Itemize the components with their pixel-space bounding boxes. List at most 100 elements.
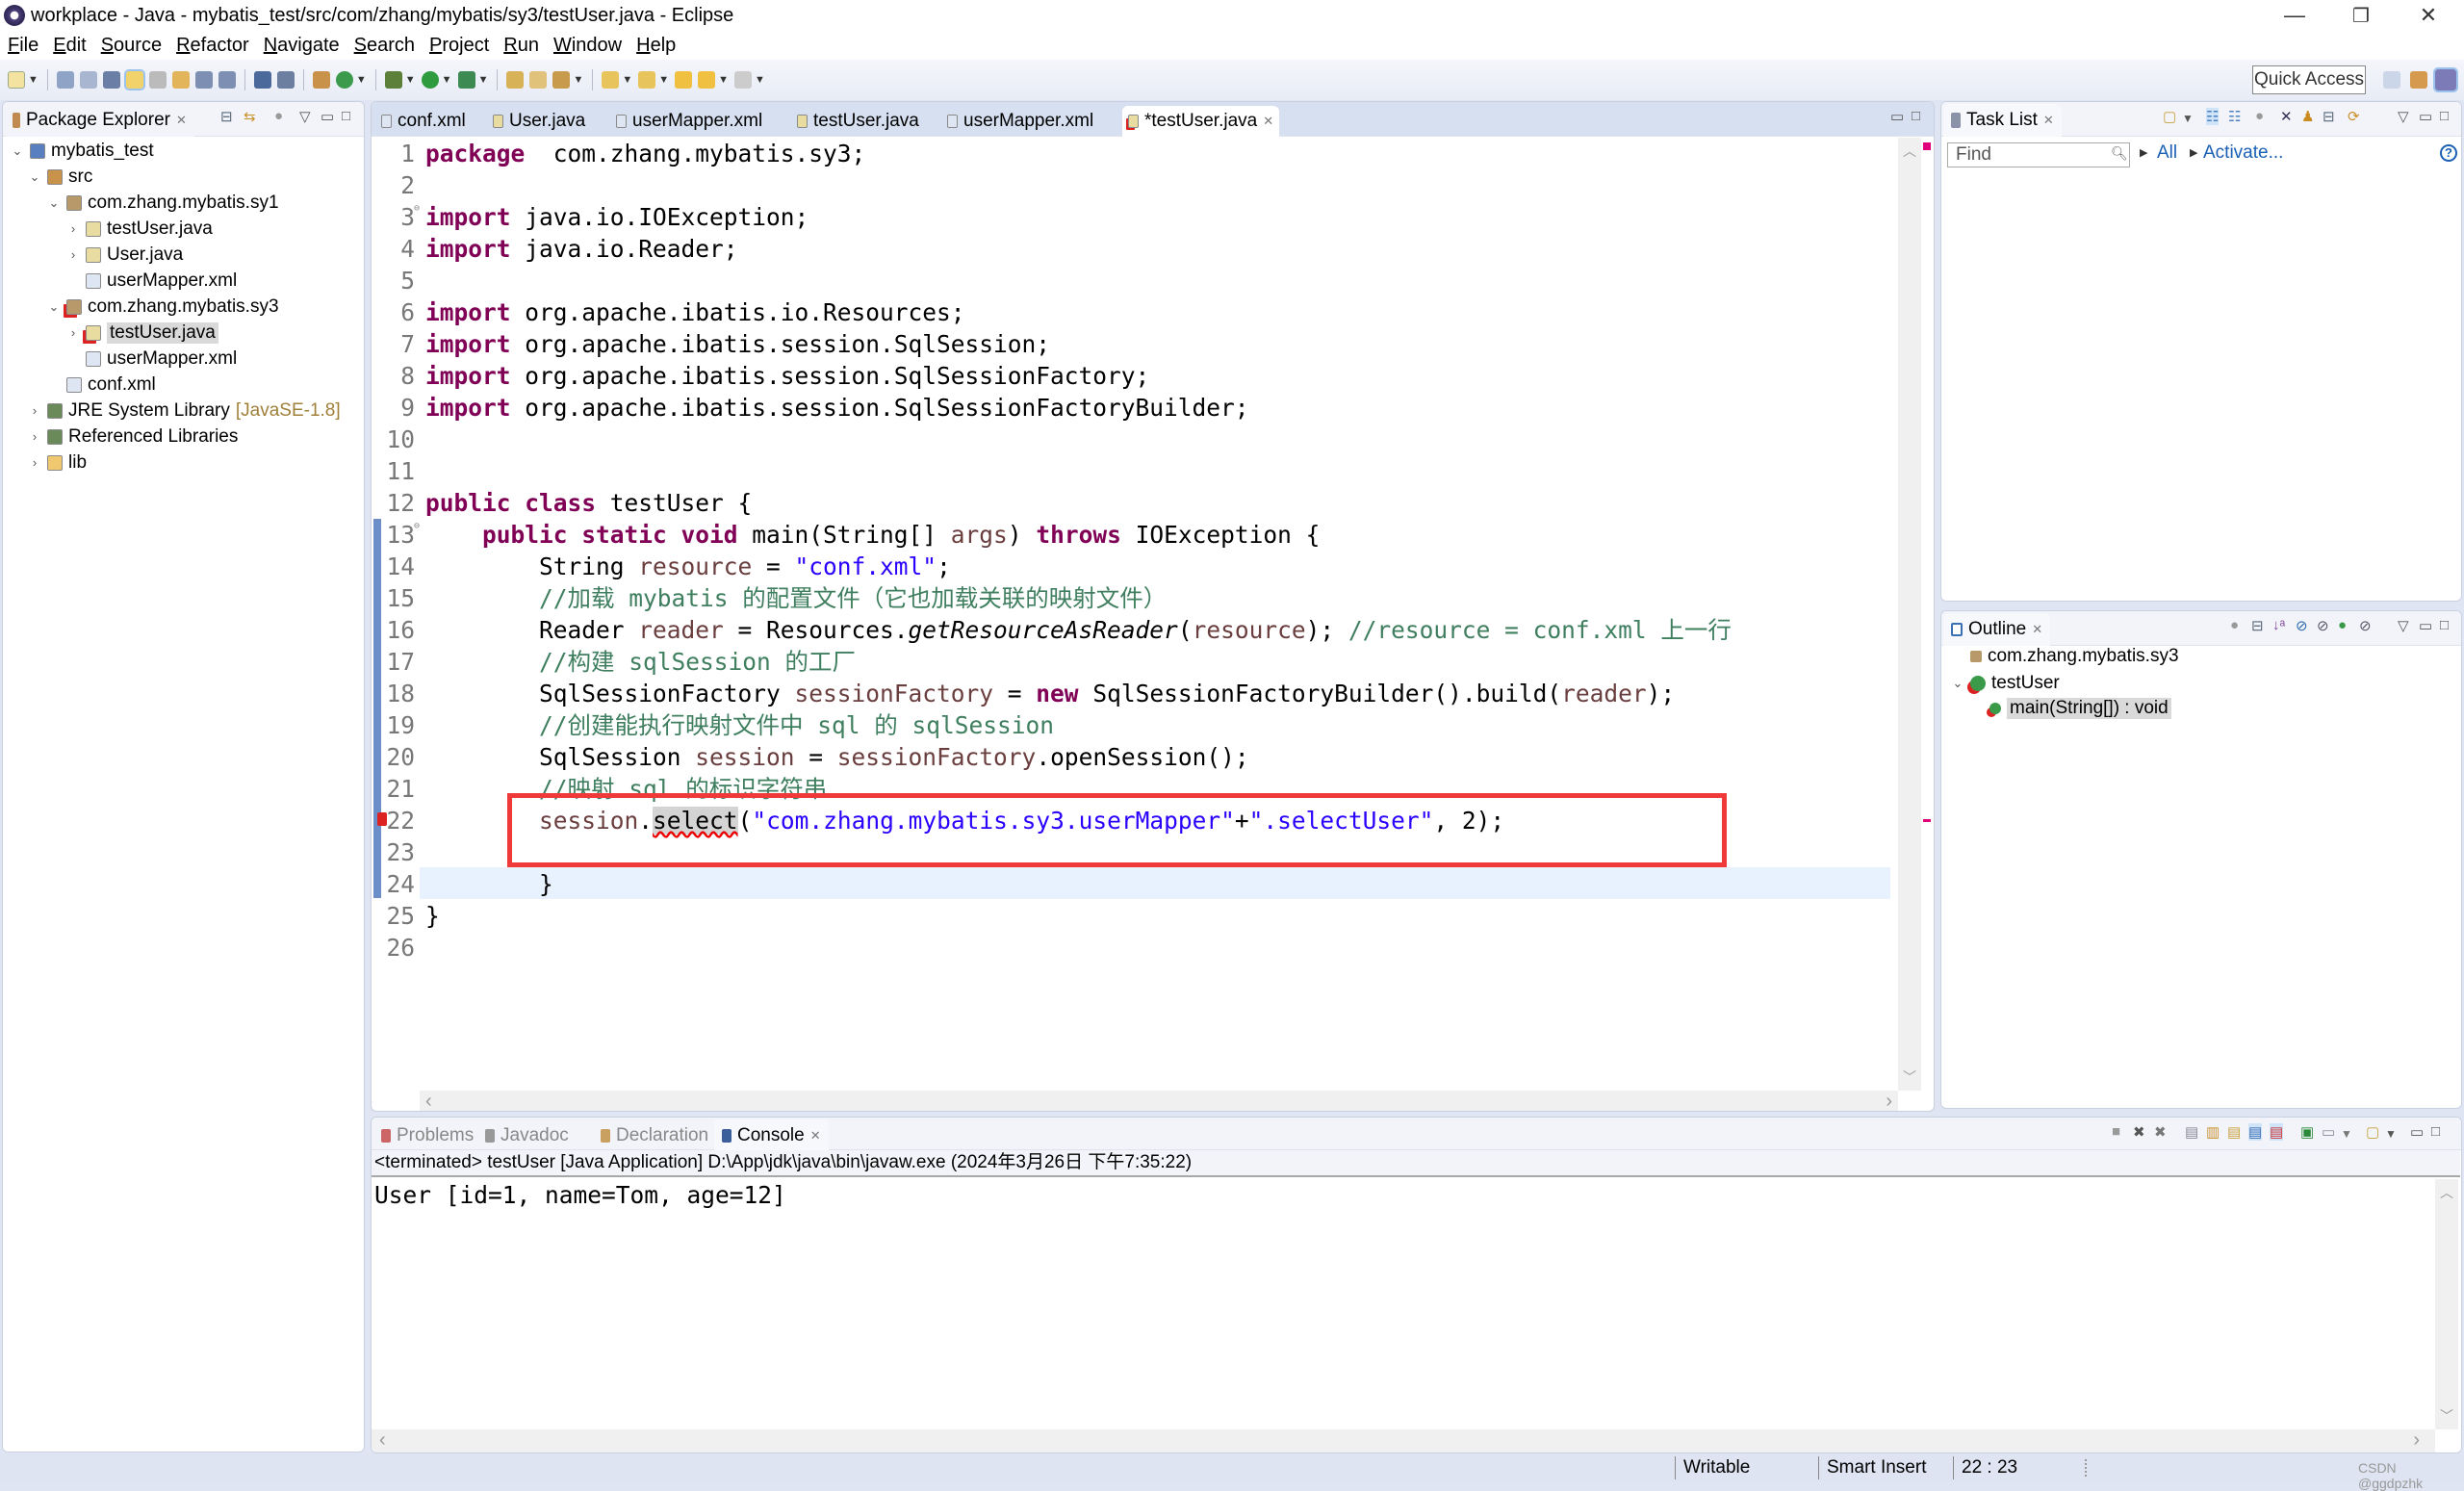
- back-icon[interactable]: [698, 71, 716, 89]
- tree-item[interactable]: › Referenced Libraries: [28, 424, 239, 450]
- editor-tab[interactable]: *testUser.java ✕: [1122, 106, 1280, 137]
- focus-workweek-icon[interactable]: ●: [2255, 108, 2264, 124]
- view-menu-icon[interactable]: ▽: [2398, 617, 2409, 634]
- menu-refactor[interactable]: Refactor: [176, 35, 249, 57]
- tab-task-list[interactable]: Task List ✕: [1943, 104, 2062, 137]
- code-line[interactable]: [425, 265, 1934, 296]
- hide-static-icon[interactable]: ⊘: [2317, 617, 2329, 634]
- display-console-dropdown-icon[interactable]: ▼: [2341, 1127, 2352, 1141]
- scroll-down-icon[interactable]: ﹀: [1903, 1067, 1916, 1087]
- last-edit-location-icon[interactable]: [675, 71, 693, 89]
- collapse-all-tasks-icon[interactable]: ⊟: [2323, 108, 2335, 125]
- expand-arrow-icon[interactable]: ⌄: [1951, 676, 1964, 691]
- remove-launch-icon[interactable]: ✖: [2133, 1123, 2145, 1141]
- java-ee-perspective-icon[interactable]: [2410, 71, 2427, 89]
- clear-console-icon[interactable]: ▤: [2185, 1123, 2198, 1141]
- error-overview-marker[interactable]: [1923, 142, 1931, 150]
- display-console-icon[interactable]: ▭: [2322, 1123, 2335, 1141]
- expand-arrow-icon[interactable]: ⌄: [11, 143, 24, 159]
- show-on-error-icon[interactable]: ▤: [2270, 1123, 2284, 1141]
- hide-local-types-icon[interactable]: ⊘: [2359, 617, 2372, 634]
- expand-arrow-icon[interactable]: ⌄: [47, 195, 61, 211]
- minimize-view-icon[interactable]: ▭: [2419, 617, 2432, 634]
- fold-icon[interactable]: ⊖: [414, 203, 420, 214]
- new-class-icon[interactable]: [335, 71, 353, 89]
- hide-non-public-icon[interactable]: ●: [2338, 617, 2347, 633]
- back-dropdown-icon[interactable]: ▼: [718, 74, 729, 86]
- outline-item-class[interactable]: ⌄ testUser: [1951, 670, 2060, 696]
- collapse-all-icon[interactable]: ⊟: [220, 108, 233, 125]
- code-line[interactable]: SqlSessionFactory sessionFactory = new S…: [425, 678, 1934, 709]
- toggle-block-selection-icon[interactable]: [148, 71, 167, 89]
- quick-access-input[interactable]: Quick Access: [2252, 65, 2366, 94]
- code-line[interactable]: import org.apache.ibatis.session.SqlSess…: [425, 328, 1934, 360]
- maximize-view-icon[interactable]: □: [2440, 617, 2449, 633]
- menu-source[interactable]: Source: [101, 35, 162, 57]
- open-console-dropdown-icon[interactable]: ▼: [2385, 1127, 2397, 1141]
- open-console-icon[interactable]: ▢: [2366, 1123, 2379, 1141]
- editor-tab[interactable]: User.java: [487, 106, 591, 137]
- code-line[interactable]: SqlSession session = sessionFactory.open…: [425, 741, 1934, 773]
- open-task-icon[interactable]: [102, 71, 120, 89]
- close-tab-icon[interactable]: ✕: [176, 113, 187, 128]
- run-icon[interactable]: [421, 71, 439, 89]
- code-line[interactable]: public static void main(String[] args) t…: [425, 519, 1934, 551]
- new-class-dropdown-icon[interactable]: ▼: [356, 74, 367, 86]
- tab-outline[interactable]: Outline ✕: [1943, 613, 2051, 646]
- code-line[interactable]: import java.io.Reader;: [425, 233, 1934, 265]
- expand-arrow-icon[interactable]: ›: [28, 455, 41, 470]
- code-line[interactable]: import java.io.IOException;: [425, 201, 1934, 233]
- activate-link[interactable]: Activate...: [2203, 142, 2283, 164]
- menu-navigate[interactable]: Navigate: [264, 35, 340, 57]
- outline-item-method[interactable]: main(String[]) : void: [1989, 695, 2171, 721]
- editor-maximize-icon[interactable]: □: [1912, 108, 1920, 124]
- menu-file[interactable]: File: [8, 35, 38, 57]
- scroll-right-icon[interactable]: ›: [1886, 1091, 1892, 1111]
- code-line[interactable]: [425, 169, 1934, 201]
- menu-run[interactable]: Run: [503, 35, 539, 57]
- tree-item[interactable]: › lib: [28, 450, 87, 476]
- search-toolbar-icon[interactable]: [552, 71, 571, 89]
- code-line[interactable]: import org.apache.ibatis.session.SqlSess…: [425, 360, 1934, 392]
- code-line[interactable]: public class testUser {: [425, 487, 1934, 519]
- code-line[interactable]: package com.zhang.mybatis.sy3;: [425, 138, 1934, 169]
- expand-arrow-icon[interactable]: ›: [66, 221, 80, 236]
- minimize-view-icon[interactable]: ▭: [321, 108, 334, 125]
- tree-item[interactable]: ⌄ mybatis_test: [11, 138, 154, 164]
- new-icon[interactable]: [8, 71, 25, 89]
- console-vertical-scrollbar[interactable]: ︿ ﹀: [2435, 1179, 2458, 1429]
- toggle-mark-occurrences-icon[interactable]: [123, 69, 145, 90]
- code-line[interactable]: //创建能执行映射文件中 sql 的 sqlSession: [425, 709, 1934, 741]
- scroll-left-icon[interactable]: ‹: [425, 1091, 432, 1111]
- open-type-icon[interactable]: [506, 71, 525, 89]
- synchronize-icon[interactable]: ⟳: [2348, 108, 2360, 125]
- console-tab[interactable]: Declaration: [593, 1119, 716, 1152]
- code-line[interactable]: }: [425, 868, 1934, 900]
- scroll-up-icon[interactable]: ︿: [2440, 1183, 2453, 1202]
- code-editor[interactable]: 1 package com.zhang.mybatis.sy3; 2 3 import …: [372, 138, 1892, 1100]
- link-with-editor-icon[interactable]: ⇆: [244, 108, 256, 125]
- new-dropdown-icon[interactable]: ▼: [28, 74, 38, 86]
- skip-breakpoints-icon[interactable]: [276, 71, 295, 89]
- forward-icon[interactable]: [734, 71, 753, 89]
- next-annotation-dropdown-icon[interactable]: ▼: [622, 74, 632, 86]
- tree-item[interactable]: › testUser.java: [66, 216, 213, 242]
- tree-item[interactable]: › User.java: [66, 242, 183, 268]
- editor-tab[interactable]: userMapper.xml: [610, 106, 768, 137]
- console-tab[interactable]: Console ✕: [714, 1119, 829, 1152]
- editor-minimize-icon[interactable]: ▭: [1890, 108, 1904, 125]
- focus-icon[interactable]: ●: [2230, 617, 2239, 633]
- tree-item[interactable]: userMapper.xml: [66, 268, 237, 294]
- maximize-view-icon[interactable]: □: [2440, 108, 2449, 124]
- save-icon[interactable]: [56, 71, 74, 89]
- code-line[interactable]: Reader reader = Resources.getResourceAsR…: [425, 614, 1934, 646]
- hide-completed-icon[interactable]: ✕: [2280, 108, 2293, 125]
- view-menu-icon[interactable]: ▽: [2398, 108, 2409, 125]
- menu-project[interactable]: Project: [429, 35, 489, 57]
- tree-item[interactable]: ⌄ com.zhang.mybatis.sy1: [47, 190, 279, 216]
- code-line[interactable]: //加载 mybatis 的配置文件（它也加载关联的映射文件）: [425, 582, 1934, 614]
- code-line[interactable]: import org.apache.ibatis.session.SqlSess…: [425, 392, 1934, 424]
- maximize-view-icon[interactable]: □: [2431, 1123, 2440, 1140]
- save-all-icon[interactable]: [79, 71, 97, 89]
- remove-all-terminated-icon[interactable]: ✖: [2154, 1123, 2167, 1141]
